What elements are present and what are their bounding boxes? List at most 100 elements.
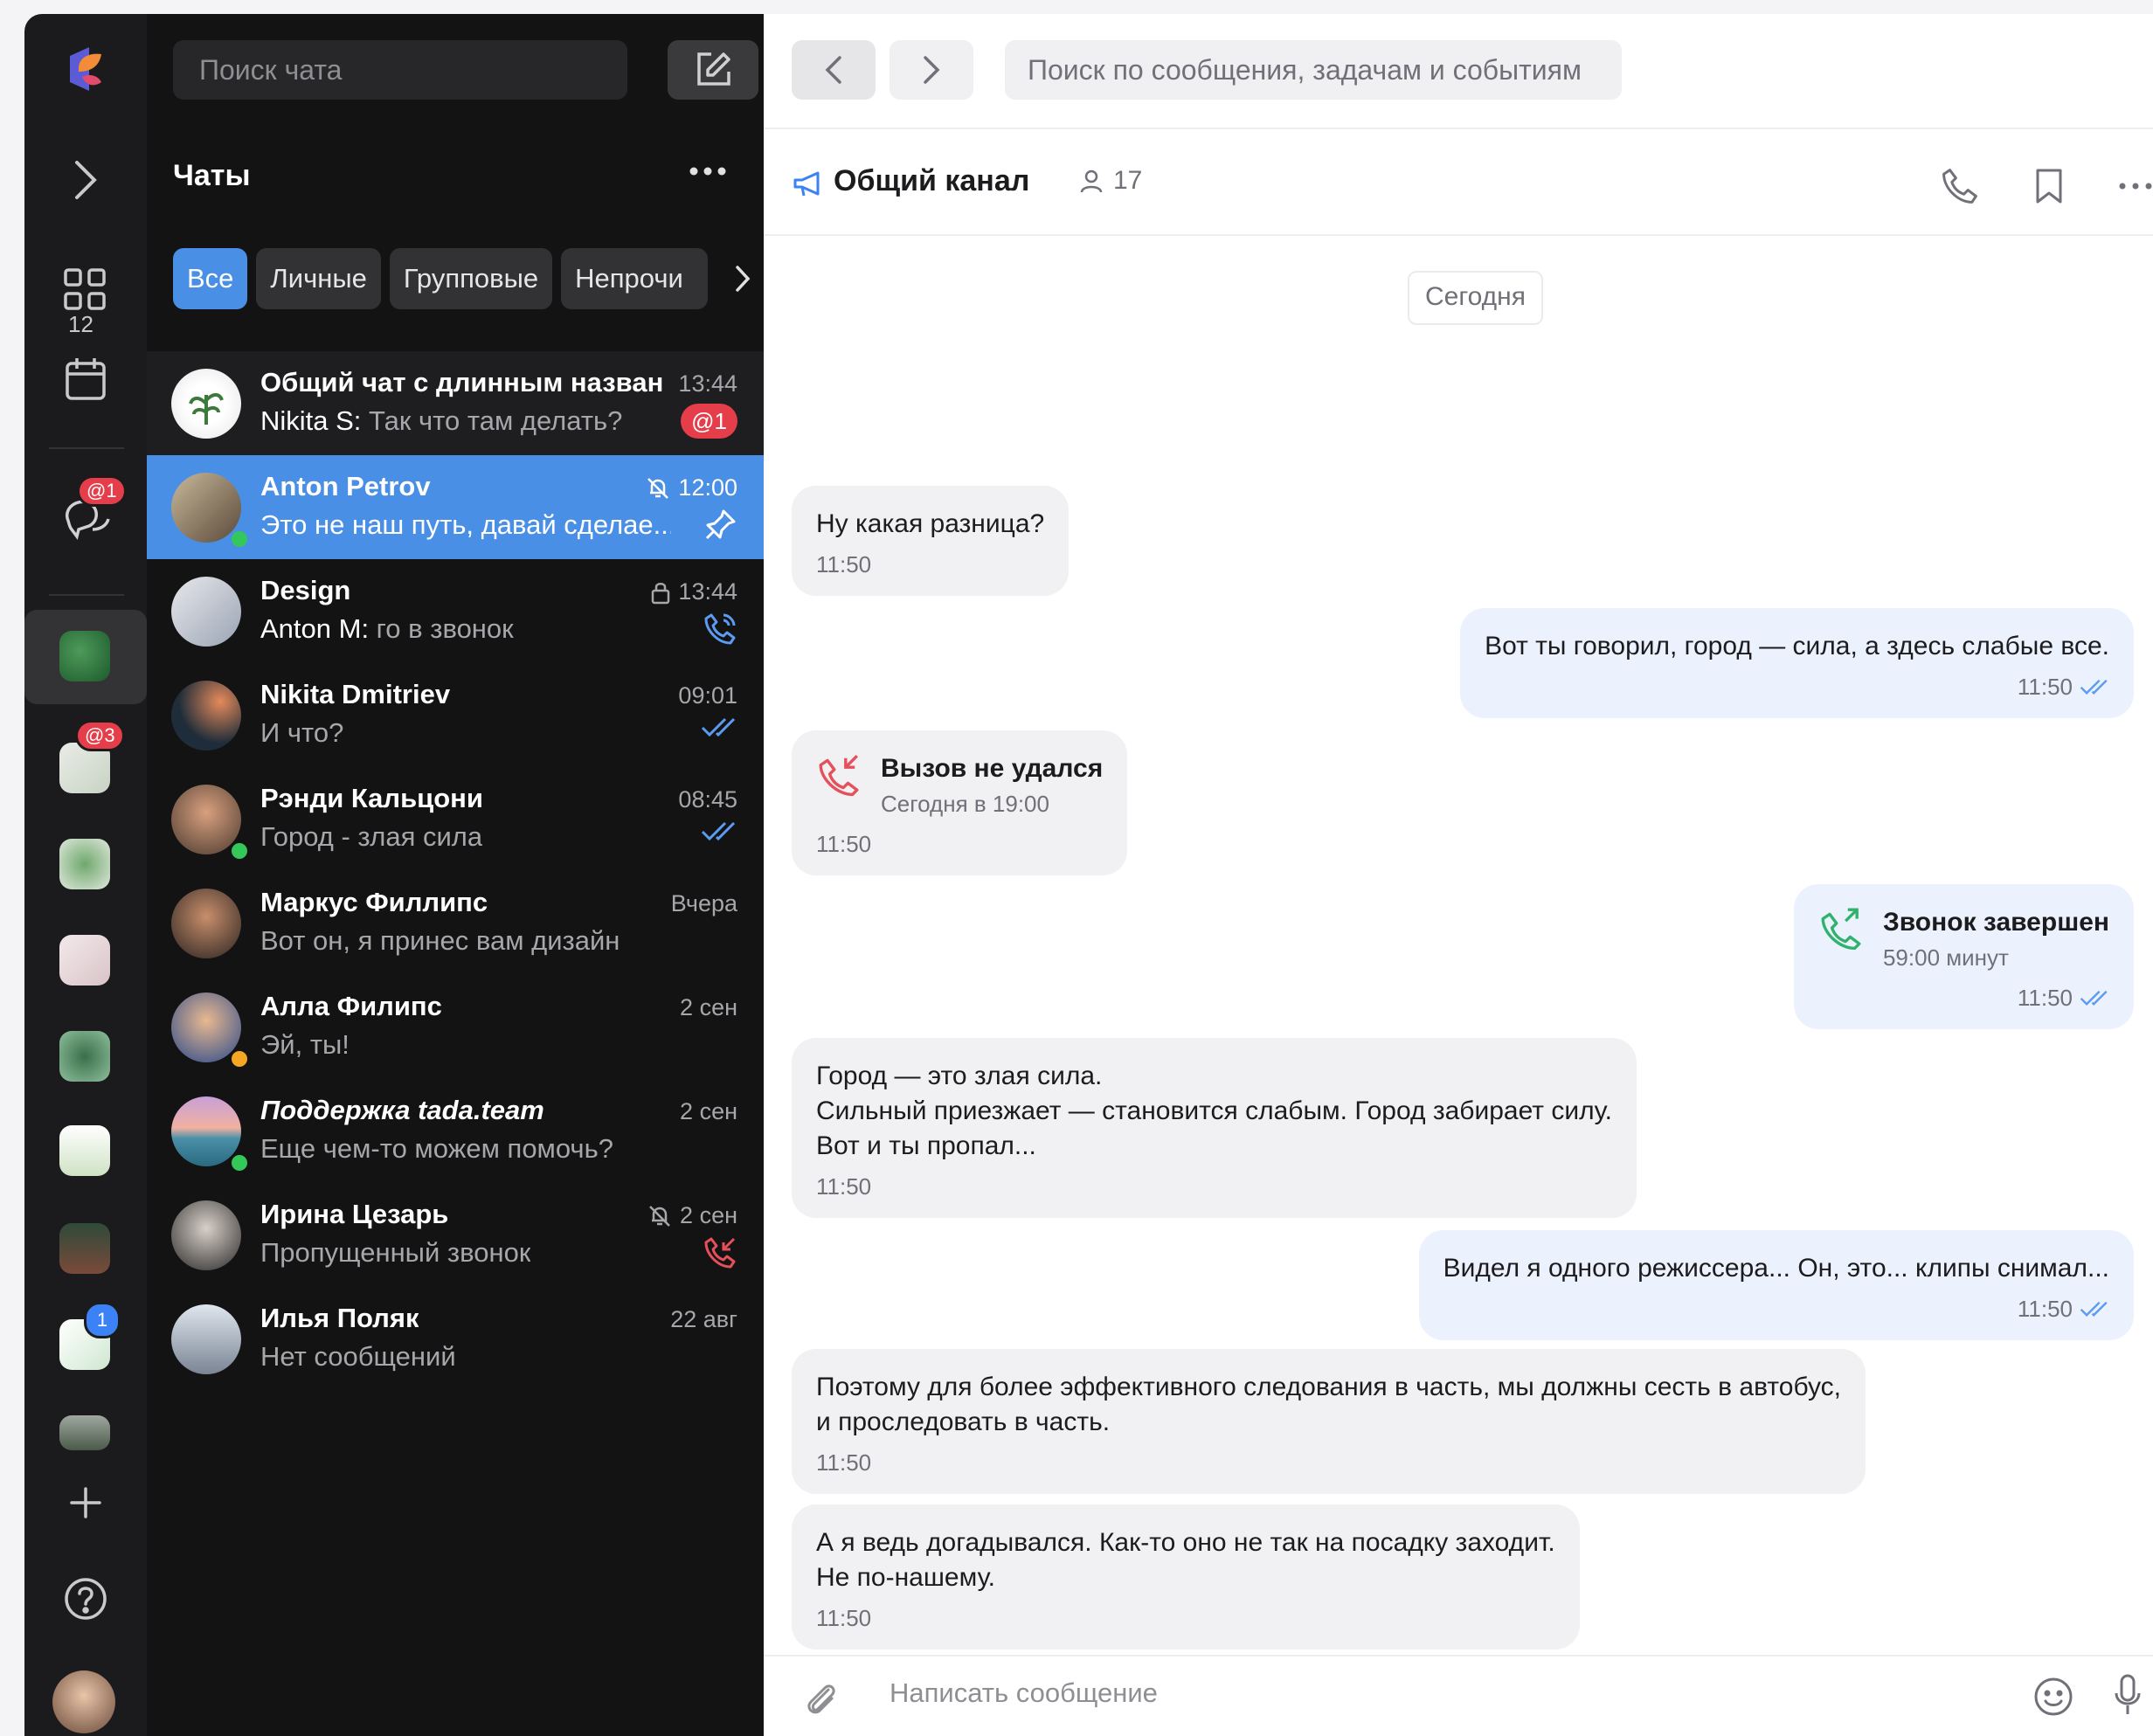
chat-time: 09:01 — [678, 682, 737, 709]
chat-time: 13:44 — [650, 578, 737, 605]
message-composer: Написать сообщение — [764, 1655, 2153, 1736]
call-title: Звонок завершен — [1882, 908, 2109, 937]
chat-time-text: 13:44 — [678, 578, 737, 605]
call-failed-message[interactable]: Вызов не удался Сегодня в 19:00 11:50 — [792, 730, 1128, 875]
phone-call-icon[interactable] — [1940, 166, 1980, 206]
apps-count: 12 — [68, 311, 93, 337]
add-workspace-icon[interactable] — [68, 1485, 103, 1520]
chat-preview: Еще чем-то можем помочь? — [260, 1133, 613, 1164]
filter-unread[interactable]: Непрочи — [561, 248, 709, 309]
chat-row[interactable]: Илья Поляк 22 авг Нет сообщений — [147, 1287, 764, 1391]
chat-preview-sender: Nikita S: — [260, 405, 362, 436]
chat-row[interactable]: Nikita Dmitriev 09:01 И что? — [147, 663, 764, 767]
help-icon[interactable] — [63, 1576, 108, 1622]
message-incoming[interactable]: А я ведь догадывался. Как-то оно не так … — [792, 1504, 1580, 1650]
chat-header-actions — [1940, 166, 2153, 206]
apps-grid-icon[interactable] — [63, 267, 107, 311]
message-outgoing[interactable]: Видел я одного режиссера... Он, это... к… — [1418, 1230, 2134, 1340]
filter-all[interactable]: Все — [173, 248, 248, 309]
chat-name: Маркус Филлипс — [260, 887, 488, 917]
bookmark-icon[interactable] — [2034, 167, 2064, 205]
chat-name: Nikita Dmitriev — [260, 679, 451, 709]
chat-row[interactable]: Общий чат с длинным назван... 13:44 Niki… — [147, 351, 764, 455]
chat-name: Рэнди Кальцони — [260, 783, 483, 813]
members-count[interactable]: 17 — [1078, 166, 1142, 196]
microphone-icon[interactable] — [2113, 1672, 2143, 1721]
paperclip-icon[interactable] — [802, 1679, 841, 1718]
filter-personal[interactable]: Личные — [256, 248, 381, 309]
message-search-input[interactable]: Поиск по сообщения, задачам и событиям — [1005, 40, 1622, 100]
emoji-icon[interactable] — [2032, 1676, 2074, 1718]
chat-row[interactable]: Design 13:44 Anton M: го в звонок — [147, 559, 764, 663]
more-options-icon[interactable] — [689, 166, 727, 176]
members-count-text: 17 — [1113, 166, 1143, 195]
message-text: Город — это злая сила. Сильный приезжает… — [816, 1062, 1612, 1160]
workspace-3[interactable] — [59, 839, 110, 889]
chat-row[interactable]: Рэнди Кальцони 08:45 Город - злая сила — [147, 767, 764, 871]
chat-row[interactable]: Поддержка tada.team 2 сен Еще чем-то мож… — [147, 1079, 764, 1183]
profile-avatar[interactable] — [52, 1670, 115, 1733]
message-time: 11:50 — [1818, 980, 2109, 1015]
chat-row[interactable]: Ирина Цезарь 2 сен Пропущенный звонок — [147, 1183, 764, 1287]
calendar-icon[interactable] — [65, 356, 107, 402]
top-toolbar: Поиск по сообщения, задачам и событиям — [764, 14, 2153, 129]
message-text: Поэтому для более эффективного следовани… — [816, 1373, 1841, 1436]
chat-name: Anton Petrov — [260, 471, 431, 501]
message-input[interactable]: Написать сообщение — [890, 1677, 1158, 1709]
workspace-9[interactable] — [59, 1415, 110, 1450]
megaphone-icon — [792, 169, 823, 197]
chat-name: Илья Поляк — [260, 1303, 419, 1333]
call-subtitle: Сегодня в 19:00 — [881, 791, 1049, 817]
chat-pane: Поиск по сообщения, задачам и событиям О… — [764, 14, 2153, 1736]
workspace-6[interactable] — [59, 1125, 110, 1176]
chat-time: 2 сен — [680, 994, 737, 1021]
chat-preview: Эй, ты! — [260, 1029, 350, 1060]
read-checkmarks-icon — [2080, 990, 2108, 1006]
chat-row[interactable]: Алла Филипс 2 сен Эй, ты! — [147, 975, 764, 1079]
chat-filters: Все Личные Групповые Непрочи — [173, 248, 709, 309]
workspace-7[interactable] — [59, 1223, 110, 1274]
chat-header: Общий канал 17 — [764, 129, 2153, 236]
call-info: Звонок завершен 59:00 минут — [1818, 905, 2109, 975]
filter-group[interactable]: Групповые — [389, 248, 553, 309]
call-ended-message[interactable]: Звонок завершен 59:00 минут 11:50 — [1793, 884, 2134, 1029]
chat-preview: Anton M: го в звонок — [260, 613, 514, 645]
workspace-4[interactable] — [59, 935, 110, 986]
online-status-dot — [229, 1152, 250, 1173]
online-status-dot — [229, 529, 250, 550]
chat-time-text: 2 сен — [680, 994, 737, 1020]
message-time: 11:50 — [816, 1605, 872, 1631]
message-time: 11:50 — [1443, 1291, 2109, 1326]
date-divider: Сегодня — [1408, 271, 1543, 325]
chat-name: Алла Филипс — [260, 991, 442, 1021]
message-incoming[interactable]: Поэтому для более эффективного следовани… — [792, 1349, 1866, 1494]
back-button[interactable] — [792, 40, 876, 100]
more-options-icon[interactable] — [2118, 182, 2153, 190]
message-incoming[interactable]: Город — это злая сила. Сильный приезжает… — [792, 1038, 1637, 1218]
chat-preview-text: Так что там делать? — [361, 405, 623, 436]
message-outgoing[interactable]: Вот ты говорил, город — сила, а здесь сл… — [1460, 608, 2134, 718]
call-info: Вызов не удался Сегодня в 19:00 — [816, 751, 1103, 821]
chevron-left-icon — [825, 56, 841, 84]
message-text: Вот ты говорил, город — сила, а здесь сл… — [1485, 632, 2109, 661]
chat-preview: Пропущенный звонок — [260, 1237, 531, 1268]
missed-call-icon — [703, 1235, 737, 1270]
chat-preview: И что? — [260, 717, 344, 748]
chat-time-text: 12:00 — [678, 474, 737, 501]
chat-row-selected[interactable]: Anton Petrov 12:00 Это не наш путь, дава… — [147, 455, 764, 559]
new-chat-button[interactable] — [668, 40, 758, 100]
workspace-1[interactable] — [59, 631, 110, 681]
workspace-mention-badge: @3 — [75, 720, 125, 751]
chat-search-input[interactable]: Поиск чата — [173, 40, 627, 100]
expand-sidebar-icon[interactable] — [72, 159, 98, 201]
forward-button[interactable] — [890, 40, 973, 100]
active-call-icon — [703, 612, 737, 647]
workspace-unread-badge: 1 — [84, 1302, 121, 1338]
chevron-right-icon[interactable] — [734, 264, 751, 294]
message-incoming[interactable]: Ну какая разница? 11:50 — [792, 486, 1070, 596]
workspace-5[interactable] — [59, 1031, 110, 1082]
chat-row[interactable]: Маркус Филлипс Вчера Вот он, я принес ва… — [147, 871, 764, 975]
chat-avatar — [171, 577, 241, 647]
chat-preview: Nikita S: Так что там делать? — [260, 405, 622, 437]
app-logo[interactable] — [63, 42, 108, 98]
